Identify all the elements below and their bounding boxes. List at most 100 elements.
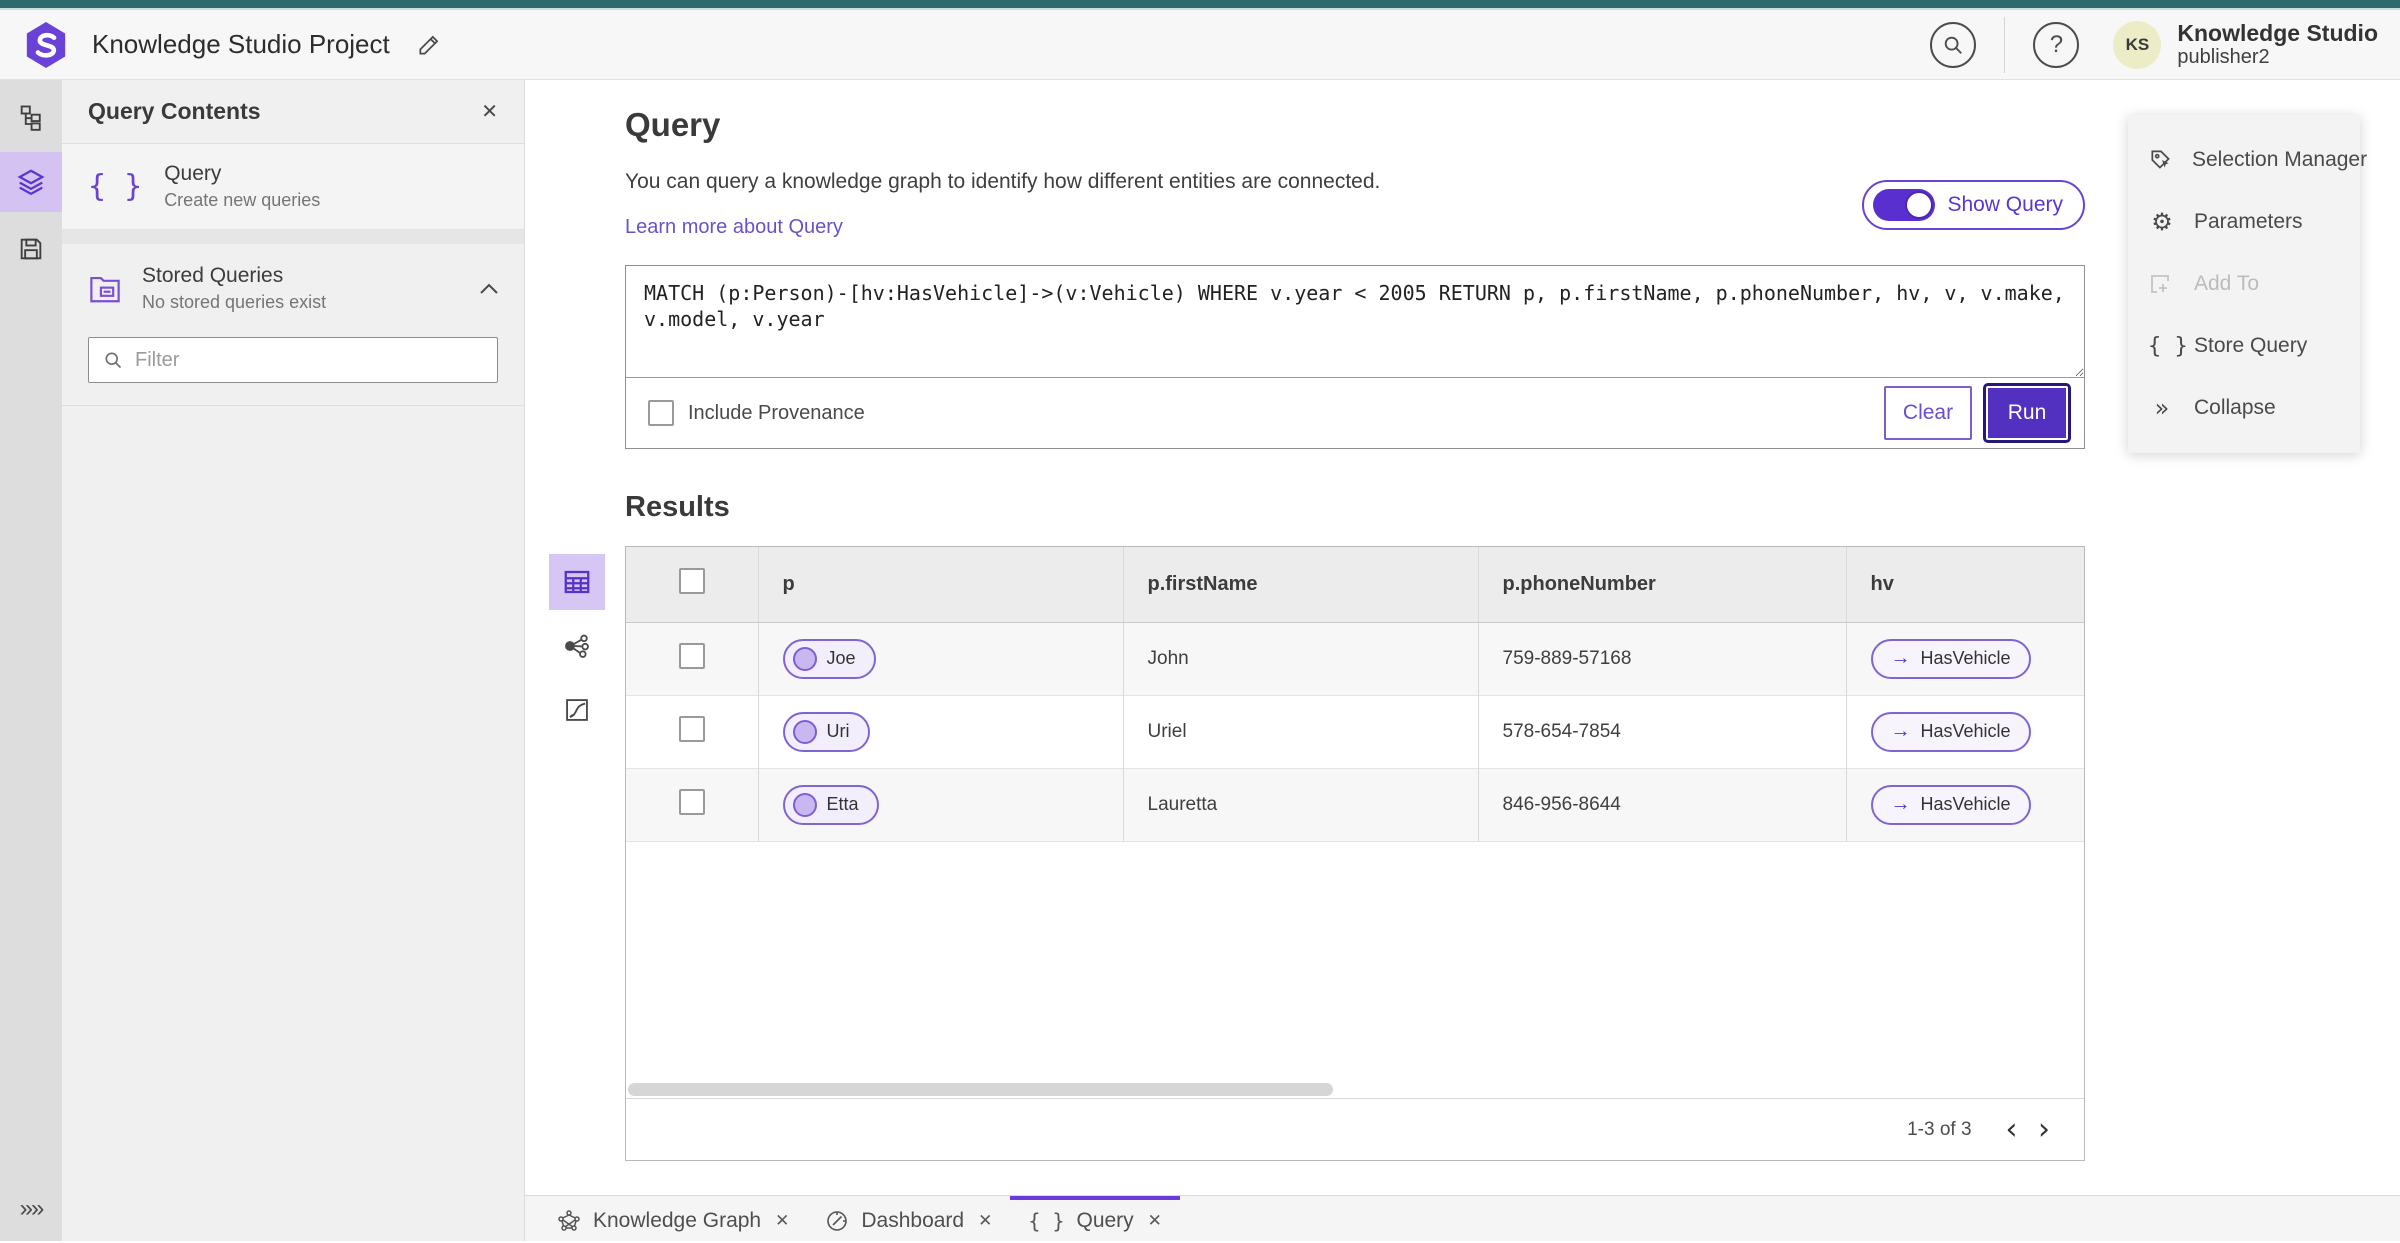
tab-dashboard[interactable]: Dashboard ✕ [807,1196,1010,1241]
rail-item-saved[interactable] [0,220,62,278]
parameters-label: Parameters [2194,210,2303,233]
close-tab-icon[interactable]: ✕ [978,1211,992,1231]
column-header-phonenumber[interactable]: p.phoneNumber [1478,547,1847,623]
braces-icon: { } [2148,333,2188,359]
collapse-item[interactable]: » Collapse [2128,377,2360,439]
cell-phonenumber: 578-654-7854 [1478,695,1847,768]
row-checkbox[interactable] [678,716,705,742]
panel-gap [62,230,524,244]
results-title: Results [625,491,730,523]
parameters-item[interactable]: ⚙ Parameters [2128,191,2360,253]
app-bar: Knowledge Studio Project ? KS Knowledge … [0,10,2400,80]
help-button[interactable]: ? [2033,21,2080,68]
close-tab-icon[interactable]: ✕ [1148,1211,1162,1231]
rail-item-knowledge-graph[interactable] [0,88,62,146]
panel-close-icon[interactable]: ✕ [481,99,498,124]
cell-firstname: Lauretta [1123,768,1479,841]
learn-more-link[interactable]: Learn more about Query [625,216,843,239]
node-pill[interactable]: Uri [782,711,870,752]
stored-queries-subtitle: No stored queries exist [142,292,327,312]
layers-icon [17,169,45,196]
arrow-right-icon: → [1890,647,1911,669]
previous-page-button[interactable]: ‹ [1998,1114,2026,1145]
horizontal-scrollbar[interactable] [626,1080,2084,1098]
filter-field[interactable] [88,337,498,383]
braces-icon: { } [88,169,143,204]
graph-view-button[interactable] [549,618,605,674]
edge-pill[interactable]: → HasVehicle [1870,638,2031,679]
avatar-initials: KS [2125,34,2150,54]
rail-expand-button[interactable]: »» [0,1187,62,1231]
results-card: p p.firstName p.phoneNumber hv Joe John [625,546,2085,1161]
search-button[interactable] [1930,21,1977,68]
knowledge-graph-icon [558,1209,580,1231]
edge-pill[interactable]: → HasVehicle [1870,711,2031,752]
node-label: Joe [826,648,856,668]
node-pill[interactable]: Joe [782,638,876,679]
column-header-firstname[interactable]: p.firstName [1123,547,1479,623]
arrow-right-icon: → [1890,720,1911,742]
add-to-icon [2148,272,2176,296]
query-code-input[interactable]: MATCH (p:Person)-[hv:HasVehicle]->(v:Veh… [626,266,2084,378]
scrollbar-thumb[interactable] [628,1082,1333,1096]
table-row[interactable]: Joe John 759-889-57168 → HasVehicle [626,622,2084,695]
app-logo-icon [22,19,70,71]
add-to-item: Add To [2128,253,2360,315]
store-query-item[interactable]: { } Store Query [2128,315,2360,377]
chevron-up-icon[interactable] [480,283,498,294]
filter-input[interactable] [135,348,483,372]
selection-manager-item[interactable]: Selection Manager [2128,129,2367,191]
table-row[interactable]: Uri Uriel 578-654-7854 → HasVehicle [626,695,2084,768]
cell-firstname: Uriel [1123,695,1479,768]
include-provenance-checkbox[interactable] [648,400,674,426]
column-header-p[interactable]: p [758,547,1124,623]
dashboard-icon [827,1210,848,1231]
graph-view-icon [565,634,589,658]
row-checkbox[interactable] [678,789,705,815]
node-icon [792,719,817,744]
cell-phonenumber: 759-889-57168 [1478,622,1847,695]
query-item[interactable]: { } Query Create new queries [62,144,524,230]
tab-knowledge-graph[interactable]: Knowledge Graph ✕ [539,1196,807,1241]
gear-icon: ⚙ [2151,208,2173,236]
clear-button[interactable]: Clear [1884,386,1972,440]
edge-pill[interactable]: → HasVehicle [1870,784,2031,825]
node-pill[interactable]: Etta [782,784,879,825]
next-page-button[interactable]: › [2030,1114,2058,1145]
user-name: publisher2 [2177,46,2270,69]
product-name: Knowledge Studio [2177,19,2378,46]
tab-query[interactable]: { } Query ✕ [1010,1196,1180,1241]
row-checkbox[interactable] [678,643,705,669]
chart-view-icon [566,699,588,721]
help-icon: ? [2049,30,2064,58]
toggle-track [1873,188,1936,221]
run-button[interactable]: Run [1983,383,2071,443]
chart-view-button[interactable] [549,682,605,738]
table-row[interactable]: Etta Lauretta 846-956-8644 → HasVehicle [626,768,2084,841]
table-view-button[interactable] [549,554,605,610]
panel-divider [62,405,524,406]
column-header-hv[interactable]: hv [1846,547,2084,623]
node-label: Etta [826,794,859,814]
show-query-label: Show Query [1947,192,2063,216]
avatar[interactable]: KS [2113,20,2162,69]
query-editor-box: MATCH (p:Person)-[hv:HasVehicle]->(v:Veh… [625,265,2085,449]
hierarchy-icon [20,105,41,131]
main-area: Query You can query a knowledge graph to… [525,80,2400,1241]
include-provenance-label: Include Provenance [688,401,865,424]
edit-title-icon[interactable] [416,32,442,58]
query-contents-panel: Query Contents ✕ { } Query Create new qu… [62,80,525,1241]
selection-manager-icon [2148,147,2174,173]
save-icon [20,238,42,260]
edge-label: HasVehicle [1920,721,2011,741]
node-icon [792,646,817,671]
table-view-icon [564,570,590,594]
show-query-toggle[interactable]: Show Query [1862,179,2085,230]
stored-queries-title: Stored Queries [142,264,284,287]
close-tab-icon[interactable]: ✕ [775,1211,789,1231]
select-all-checkbox[interactable] [678,568,705,595]
search-icon [105,352,122,369]
rail-item-query[interactable] [0,152,62,212]
stored-queries-header[interactable]: Stored Queries No stored queries exist [62,244,524,327]
table-header-row: p p.firstName p.phoneNumber hv [626,547,2084,623]
